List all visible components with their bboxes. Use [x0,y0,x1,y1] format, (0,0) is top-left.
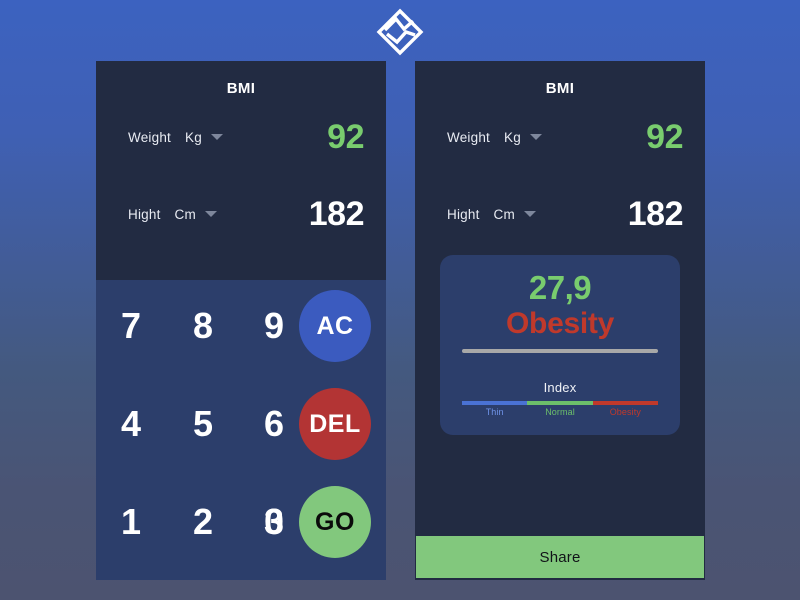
chevron-down-icon[interactable] [204,211,217,217]
index-label-thin: Thin [485,406,504,417]
key-6[interactable]: 6 [248,406,300,442]
height-value: 182 [308,195,365,233]
display-panel: BMI Weight Kg 92 Hight Cm 182 [415,61,705,280]
height-label: Hight [128,206,161,222]
key-3-label: 3 [263,501,285,542]
key-4[interactable]: 4 [105,406,157,442]
bmi-value: 27,9 [528,269,592,306]
bmi-result-card: 27,9 Obesity Index Thin Normal Obesity [440,255,680,435]
delete-button[interactable]: DEL [299,388,371,460]
key-9[interactable]: 9 [248,308,300,344]
index-scale-labels: Thin Normal Obesity [462,407,658,417]
height-unit-select[interactable]: Cm [175,207,196,222]
weight-field-row[interactable]: Weight Kg 92 [415,120,705,154]
index-scale-bar [462,400,658,405]
numeric-keypad: 7 8 9 4 5 6 1 2 0 3 0 , AC DEL GO [96,280,386,580]
height-field-row[interactable]: Hight Cm 182 [96,197,386,231]
diamond-zigzag-logo [376,8,424,56]
index-title: Index [543,379,577,395]
chevron-down-icon[interactable] [529,134,542,140]
height-value: 182 [627,195,684,233]
index-segment-thin [462,400,528,405]
index-label-obesity: Obesity [609,406,641,417]
phone-screen-input: BMI Weight Kg 92 Hight Cm 182 7 8 9 4 5 … [96,61,386,580]
weight-value: 92 [646,118,683,156]
share-button[interactable]: Share [416,536,704,578]
phone-screen-result: BMI Weight Kg 92 Hight Cm 182 27,9 Obesi… [415,61,705,580]
chevron-down-icon[interactable] [523,211,536,217]
index-label-normal: Normal [545,406,575,417]
index-segment-normal [527,400,593,405]
weight-label: Weight [447,129,490,145]
key-7[interactable]: 7 [105,308,157,344]
index-segment-obesity [592,400,658,405]
weight-unit-select[interactable]: Kg [185,130,202,145]
weight-unit-select[interactable]: Kg [504,130,521,145]
app-title: BMI [226,80,256,97]
weight-field-row[interactable]: Weight Kg 92 [96,120,386,154]
height-label: Hight [447,206,480,222]
key-8[interactable]: 8 [177,308,229,344]
weight-label: Weight [128,129,171,145]
bmi-category: Obesity [506,306,614,340]
display-panel: BMI Weight Kg 92 Hight Cm 182 [96,61,386,280]
app-mockup-canvas: BMI Weight Kg 92 Hight Cm 182 7 8 9 4 5 … [0,0,800,600]
go-button[interactable]: GO [299,486,371,558]
key-5[interactable]: 5 [177,406,229,442]
height-field-row[interactable]: Hight Cm 182 [415,197,705,231]
chevron-down-icon[interactable] [210,134,223,140]
weight-value: 92 [327,118,364,156]
card-divider [462,348,658,353]
all-clear-button[interactable]: AC [299,290,371,362]
key-2[interactable]: 2 [177,504,229,540]
key-1[interactable]: 1 [105,504,157,540]
height-unit-select[interactable]: Cm [494,207,515,222]
app-title: BMI [545,80,575,97]
